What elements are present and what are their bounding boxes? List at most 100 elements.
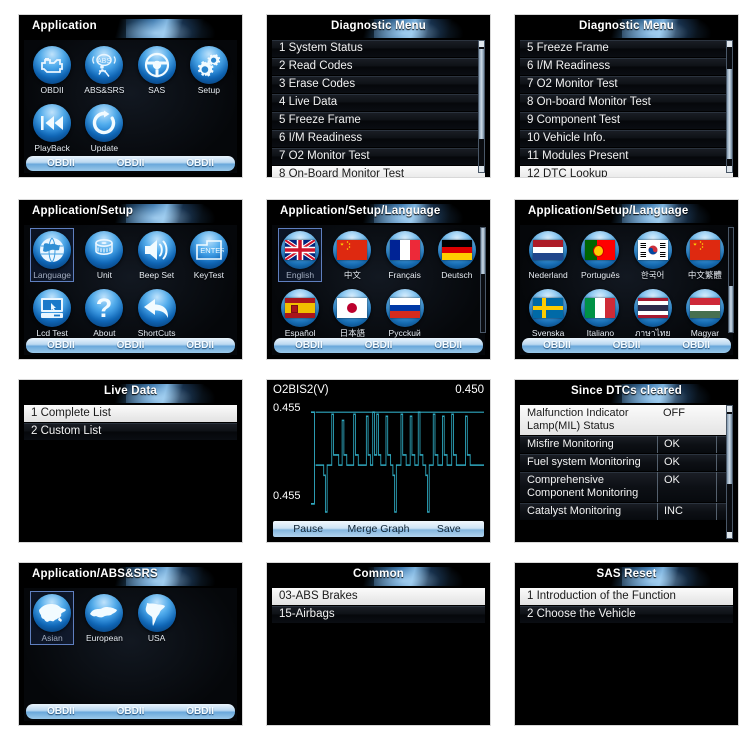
bottom-toolbar[interactable]: OBDII OBDII OBDII: [26, 704, 235, 719]
pause-button[interactable]: Pause: [273, 523, 343, 535]
toolbar-btn-1[interactable]: OBDII: [26, 340, 96, 351]
list-item[interactable]: 4 Live Data: [272, 94, 485, 111]
scrollbar-thumb[interactable]: [727, 414, 732, 484]
scrollbar-thumb[interactable]: [729, 286, 733, 332]
app-item-update[interactable]: Update: [78, 101, 130, 153]
app-item-playback[interactable]: PlayBack: [26, 101, 78, 153]
setup-item-lcd-test[interactable]: Lcd Test: [26, 286, 78, 338]
list-item[interactable]: 2 Choose the Vehicle: [520, 606, 733, 623]
setup-item-about[interactable]: ? About: [78, 286, 130, 338]
list-item[interactable]: 15-Airbags: [272, 606, 485, 623]
toolbar-btn-2[interactable]: OBDII: [96, 158, 166, 169]
merge-graph-button[interactable]: Merge Graph: [343, 523, 413, 535]
list-item[interactable]: 1 System Status: [272, 40, 485, 57]
lang-item-italian[interactable]: Italiano: [574, 286, 626, 338]
list-item[interactable]: 7 O2 Monitor Test: [272, 148, 485, 165]
lang-item-russian[interactable]: Pуcckuй: [379, 286, 431, 338]
scrollbar-thumb[interactable]: [479, 49, 484, 139]
setup-item-unit[interactable]: Unit: [78, 228, 130, 280]
list-item-selected[interactable]: 8 On-Board Monitor Test: [272, 166, 485, 177]
toolbar-btn-3[interactable]: OBDII: [413, 340, 483, 351]
save-button[interactable]: Save: [414, 523, 484, 535]
toolbar-btn-1[interactable]: OBDII: [26, 706, 96, 717]
toolbar-btn-1[interactable]: OBDII: [274, 340, 344, 351]
list-item[interactable]: 8 On-board Monitor Test: [520, 94, 733, 111]
toolbar-btn-3[interactable]: OBDII: [165, 706, 235, 717]
app-item-obdii[interactable]: OBDII: [26, 43, 78, 95]
table-row[interactable]: Comprehensive Component Monitoring OK: [520, 472, 733, 502]
scrollbar-thumb[interactable]: [727, 69, 732, 159]
scrollbar-thumb[interactable]: [481, 228, 485, 274]
scrollbar-down-cap[interactable]: [479, 166, 484, 172]
list-item[interactable]: 6 I/M Readiness: [272, 130, 485, 147]
setup-item-shortcuts[interactable]: ShortCuts: [131, 286, 183, 338]
bottom-toolbar[interactable]: OBDII OBDII OBDII: [274, 338, 483, 353]
lang-item-swedish[interactable]: Svenska: [522, 286, 574, 338]
scrollbar[interactable]: [480, 227, 486, 333]
lang-item-japanese[interactable]: 日本語: [326, 286, 378, 338]
list-item[interactable]: 2 Custom List: [24, 423, 237, 440]
lang-item-korean[interactable]: 한국어: [627, 228, 679, 280]
bottom-toolbar[interactable]: OBDII OBDII OBDII: [26, 156, 235, 171]
lang-item-spanish[interactable]: Español: [274, 286, 326, 338]
lang-item-label: Deutsch: [441, 270, 473, 280]
table-row[interactable]: Catalyst Monitoring INC: [520, 503, 733, 520]
lang-item-french[interactable]: Français: [379, 228, 431, 280]
list-item[interactable]: 6 I/M Readiness: [520, 58, 733, 75]
app-item-sas[interactable]: SAS: [131, 43, 183, 95]
screenshot-grid: Application OBDII ABS ABS&SRS SAS Setup …: [0, 0, 750, 750]
toolbar-btn-2[interactable]: OBDII: [96, 706, 166, 717]
scrollbar-down-cap[interactable]: [727, 166, 732, 172]
lang-item-portuguese[interactable]: Português: [574, 228, 626, 280]
list-item[interactable]: 10 Vehicle Info.: [520, 130, 733, 147]
lang-item-chinese-traditional[interactable]: 中文繁體: [679, 228, 731, 280]
table-row[interactable]: Misfire Monitoring OK: [520, 436, 733, 453]
scrollbar-down-cap[interactable]: [727, 532, 732, 538]
setup-item-beep-set[interactable]: Beep Set: [131, 228, 183, 280]
scrollbar[interactable]: [478, 40, 485, 173]
lang-item-hungarian[interactable]: Magyar: [679, 286, 731, 338]
graph-toolbar[interactable]: Pause Merge Graph Save: [273, 521, 484, 537]
list-item-selected[interactable]: 03-ABS Brakes: [272, 588, 485, 605]
lang-item-english[interactable]: English: [274, 228, 326, 282]
list-item[interactable]: 2 Read Codes: [272, 58, 485, 75]
toolbar-btn-2[interactable]: OBDII: [592, 340, 662, 351]
bottom-toolbar[interactable]: OBDII OBDII OBDII: [26, 338, 235, 353]
table-row[interactable]: Fuel system Monitoring OK: [520, 454, 733, 471]
setup-item-keytest[interactable]: ENTER KeyTest: [183, 228, 235, 280]
lang-item-german[interactable]: Deutsch: [431, 228, 483, 280]
list-item-selected[interactable]: 1 Complete List: [24, 405, 237, 422]
toolbar-btn-3[interactable]: OBDII: [661, 340, 731, 351]
lang-item-dutch[interactable]: Nederland: [522, 228, 574, 280]
setup-item-language[interactable]: Language: [26, 228, 78, 282]
toolbar-btn-3[interactable]: OBDII: [165, 340, 235, 351]
scrollbar-up-cap[interactable]: [479, 41, 484, 47]
toolbar-btn-1[interactable]: OBDII: [522, 340, 592, 351]
list-item-selected[interactable]: 12 DTC Lookup: [520, 166, 733, 177]
list-item-selected[interactable]: 1 Introduction of the Function: [520, 588, 733, 605]
bottom-toolbar[interactable]: OBDII OBDII OBDII: [522, 338, 731, 353]
lang-item-thai[interactable]: ภาษาไทย: [627, 286, 679, 338]
region-item-usa[interactable]: USA: [131, 591, 183, 643]
scrollbar-up-cap[interactable]: [727, 41, 732, 47]
app-item-setup[interactable]: Setup: [183, 43, 235, 95]
list-item[interactable]: 9 Component Test: [520, 112, 733, 129]
list-item[interactable]: 11 Modules Present: [520, 148, 733, 165]
list-item[interactable]: 3 Erase Codes: [272, 76, 485, 93]
toolbar-btn-2[interactable]: OBDII: [344, 340, 414, 351]
list-item[interactable]: 7 O2 Monitor Test: [520, 76, 733, 93]
toolbar-btn-3[interactable]: OBDII: [165, 158, 235, 169]
scrollbar[interactable]: [726, 40, 733, 173]
toolbar-btn-1[interactable]: OBDII: [26, 158, 96, 169]
toolbar-btn-2[interactable]: OBDII: [96, 340, 166, 351]
region-item-european[interactable]: European: [78, 591, 130, 643]
region-item-asian[interactable]: Asian: [26, 591, 78, 645]
scrollbar[interactable]: [728, 227, 734, 333]
scrollbar-up-cap[interactable]: [727, 406, 732, 412]
app-item-abs-srs[interactable]: ABS ABS&SRS: [78, 43, 130, 95]
table-row[interactable]: Malfunction Indicator Lamp(MIL) Status O…: [520, 405, 733, 435]
list-item[interactable]: 5 Freeze Frame: [520, 40, 733, 57]
scrollbar[interactable]: [726, 405, 733, 539]
lang-item-chinese[interactable]: 中文: [326, 228, 378, 280]
list-item[interactable]: 5 Freeze Frame: [272, 112, 485, 129]
